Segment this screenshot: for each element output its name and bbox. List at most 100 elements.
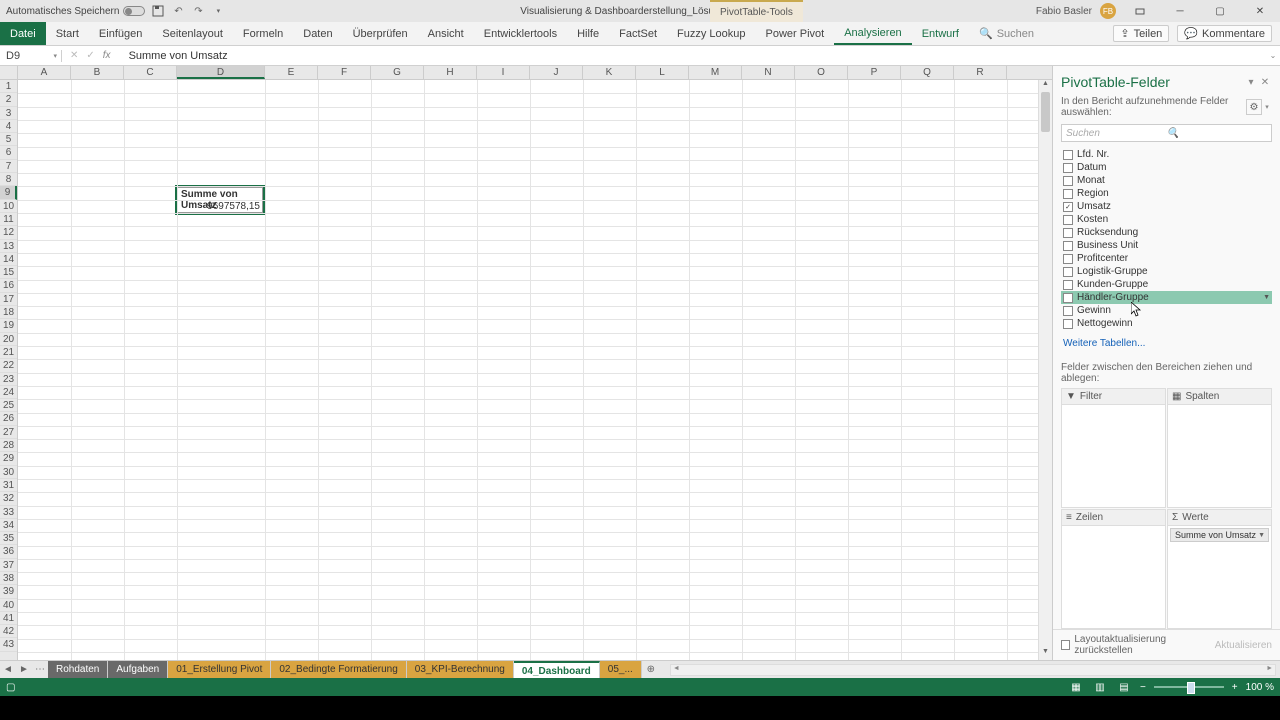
expand-formula-icon[interactable]: ⌄ [1266, 51, 1280, 60]
gear-icon[interactable]: ⚙ [1246, 99, 1262, 115]
enter-icon[interactable]: ✓ [86, 50, 94, 61]
col-header[interactable]: M [689, 66, 742, 79]
field-checkbox[interactable] [1063, 176, 1073, 186]
tab-insert[interactable]: Einfügen [89, 22, 152, 45]
field-checkbox[interactable] [1063, 150, 1073, 160]
tab-powerpivot[interactable]: Power Pivot [756, 22, 835, 45]
field-item[interactable]: Rücksendung [1061, 226, 1272, 239]
col-header[interactable]: L [636, 66, 689, 79]
field-search-input[interactable]: Suchen 🔍 [1061, 124, 1272, 142]
sheet-tab[interactable]: 03_KPI-Berechnung [407, 661, 514, 679]
values-field-chip[interactable]: Summe von Umsatz ▼ [1170, 528, 1269, 542]
col-header[interactable]: Q [901, 66, 954, 79]
tab-help[interactable]: Hilfe [567, 22, 609, 45]
tab-developer[interactable]: Entwicklertools [474, 22, 567, 45]
row-header[interactable]: 30 [0, 466, 17, 479]
field-item[interactable]: Gewinn [1061, 304, 1272, 317]
col-header[interactable]: O [795, 66, 848, 79]
col-header[interactable]: E [265, 66, 318, 79]
field-checkbox[interactable] [1063, 189, 1073, 199]
row-header[interactable]: 29 [0, 452, 17, 465]
comments-button[interactable]: 💬Kommentare [1177, 25, 1272, 42]
scroll-down-icon[interactable]: ▼ [1039, 648, 1052, 660]
row-header[interactable]: 3 [0, 107, 17, 120]
field-item[interactable]: ✓Umsatz [1061, 200, 1272, 213]
row-header[interactable]: 13 [0, 240, 17, 253]
normal-view-icon[interactable]: ▦ [1068, 680, 1084, 694]
row-header[interactable]: 10 [0, 200, 17, 213]
row-header[interactable]: 18 [0, 306, 17, 319]
tab-nav-menu-icon[interactable]: ⋯ [32, 664, 48, 675]
maximize-icon[interactable]: ▢ [1204, 0, 1236, 22]
col-header[interactable]: J [530, 66, 583, 79]
field-item[interactable]: Nettogewinn [1061, 317, 1272, 330]
close-icon[interactable]: ✕ [1244, 0, 1276, 22]
row-header[interactable]: 32 [0, 492, 17, 505]
sheet-tab-active[interactable]: 04_Dashboard [514, 661, 600, 679]
tab-file[interactable]: Datei [0, 22, 46, 45]
row-header[interactable]: 27 [0, 426, 17, 439]
tab-analyze[interactable]: Analysieren [834, 22, 911, 45]
field-checkbox[interactable] [1063, 163, 1073, 173]
row-header[interactable]: 36 [0, 545, 17, 558]
col-header[interactable]: I [477, 66, 530, 79]
sheet-tab[interactable]: 05_... [600, 661, 642, 679]
row-header[interactable]: 7 [0, 160, 17, 173]
sheet-tab[interactable]: 02_Bedingte Formatierung [271, 661, 406, 679]
col-header[interactable]: B [71, 66, 124, 79]
chevron-down-icon[interactable]: ▼ [1263, 294, 1270, 301]
row-header[interactable]: 41 [0, 612, 17, 625]
tab-design[interactable]: Entwurf [912, 22, 969, 45]
row-header[interactable]: 15 [0, 266, 17, 279]
row-header[interactable]: 34 [0, 519, 17, 532]
formula-input[interactable]: Summe von Umsatz [125, 50, 1266, 62]
field-item[interactable]: Lfd. Nr. [1061, 148, 1272, 161]
field-checkbox[interactable]: ✓ [1063, 202, 1073, 212]
row-header[interactable]: 1 [0, 80, 17, 93]
field-checkbox[interactable] [1063, 267, 1073, 277]
gear-dropdown-icon[interactable]: ▾ [1262, 103, 1272, 111]
row-header[interactable]: 6 [0, 146, 17, 159]
zoom-level[interactable]: 100 % [1246, 682, 1274, 693]
values-area[interactable]: ΣWerte Summe von Umsatz ▼ [1167, 509, 1272, 629]
toggle-switch[interactable] [123, 6, 145, 16]
row-header[interactable]: 37 [0, 559, 17, 572]
field-item[interactable]: Monat [1061, 174, 1272, 187]
update-button[interactable]: Aktualisieren [1215, 640, 1272, 651]
field-checkbox[interactable] [1063, 228, 1073, 238]
panel-close-icon[interactable]: ✕ [1258, 77, 1272, 88]
tab-nav-next-icon[interactable]: ► [16, 664, 32, 675]
field-item[interactable]: Händler-Gruppe▼ [1061, 291, 1272, 304]
row-header[interactable]: 5 [0, 133, 17, 146]
more-tables-link[interactable]: Weitere Tabellen... [1053, 332, 1280, 355]
tab-nav-prev-icon[interactable]: ◄ [0, 664, 16, 675]
row-header[interactable]: 14 [0, 253, 17, 266]
row-header[interactable]: 39 [0, 585, 17, 598]
tab-fuzzy[interactable]: Fuzzy Lookup [667, 22, 755, 45]
sheet-tab[interactable]: 01_Erstellung Pivot [168, 661, 271, 679]
row-header[interactable]: 26 [0, 412, 17, 425]
col-header[interactable]: N [742, 66, 795, 79]
share-button[interactable]: ⇪Teilen [1113, 25, 1169, 42]
field-item[interactable]: Datum [1061, 161, 1272, 174]
tell-me-search[interactable]: 🔍 Suchen [969, 22, 1034, 45]
tab-factset[interactable]: FactSet [609, 22, 667, 45]
row-header[interactable]: 17 [0, 293, 17, 306]
autosave-toggle[interactable]: Automatisches Speichern [6, 6, 145, 17]
row-header[interactable]: 21 [0, 346, 17, 359]
chevron-down-icon[interactable]: ▼ [1258, 532, 1265, 539]
col-header[interactable]: H [424, 66, 477, 79]
row-header[interactable]: 16 [0, 279, 17, 292]
row-header[interactable]: 23 [0, 373, 17, 386]
row-header[interactable]: 25 [0, 399, 17, 412]
minimize-icon[interactable]: ─ [1164, 0, 1196, 22]
field-item[interactable]: Business Unit [1061, 239, 1272, 252]
zoom-in-icon[interactable]: + [1232, 682, 1238, 693]
col-header[interactable]: P [848, 66, 901, 79]
row-header[interactable]: 42 [0, 625, 17, 638]
zoom-slider[interactable] [1154, 686, 1224, 688]
tab-start[interactable]: Start [46, 22, 89, 45]
qat-dropdown-icon[interactable]: ▾ [211, 4, 225, 18]
row-header[interactable]: 22 [0, 359, 17, 372]
sheet-tab[interactable]: Rohdaten [48, 661, 108, 679]
